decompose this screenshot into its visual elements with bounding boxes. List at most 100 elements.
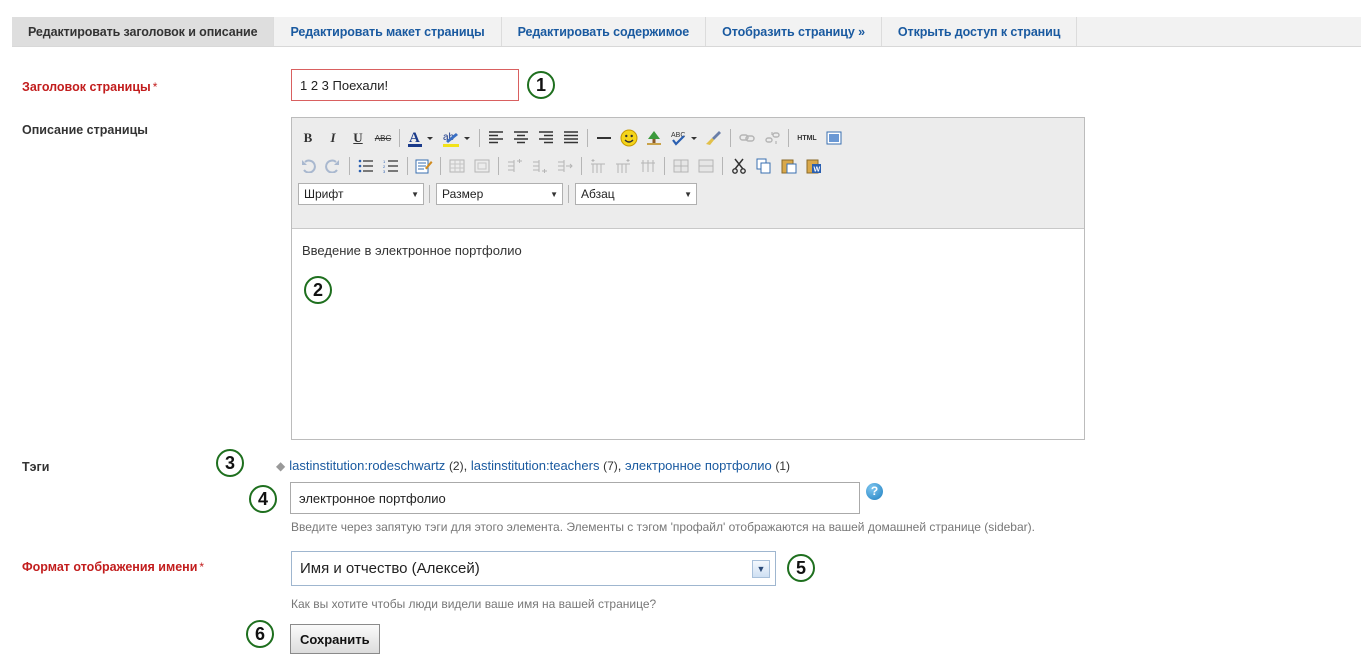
callout-2: 2 bbox=[304, 276, 332, 304]
editor-content[interactable]: Введение в электронное портфолио bbox=[292, 229, 1084, 439]
tag-link[interactable]: lastinstitution:rodeschwartz bbox=[289, 458, 445, 473]
paste-icon[interactable] bbox=[779, 156, 799, 176]
editor-paragraph: Введение в электронное портфолио bbox=[302, 243, 522, 258]
underline-icon[interactable]: U bbox=[348, 128, 368, 148]
unlink-icon[interactable] bbox=[762, 128, 782, 148]
tag-count: (2) bbox=[448, 459, 464, 473]
toolbar-separator bbox=[664, 157, 665, 175]
bullet-list-icon[interactable] bbox=[356, 156, 376, 176]
delete-row-icon[interactable] bbox=[555, 156, 575, 176]
toolbar-separator bbox=[568, 185, 569, 203]
name-format-hint: Как вы хотите чтобы люди видели ваше имя… bbox=[291, 597, 657, 611]
svg-text:A: A bbox=[409, 130, 420, 146]
description-editor: B I U ABC A ab ABC HTML 1 2 3 W Шрифт ▼ … bbox=[291, 117, 1085, 440]
paste-word-icon[interactable]: W bbox=[804, 156, 824, 176]
undo-icon[interactable] bbox=[298, 156, 318, 176]
font-select-label: Шрифт bbox=[304, 187, 344, 201]
tab-share-page[interactable]: Открыть доступ к страниц bbox=[882, 17, 1078, 46]
cut-icon[interactable] bbox=[729, 156, 749, 176]
toolbar-row-1: B I U ABC A ab ABC HTML bbox=[298, 124, 1078, 152]
fullscreen-icon[interactable] bbox=[824, 128, 844, 148]
copy-icon[interactable] bbox=[754, 156, 774, 176]
tags-hint: Введите через запятую тэги для этого эле… bbox=[291, 520, 1035, 534]
tag-link[interactable]: электронное портфолио bbox=[625, 458, 772, 473]
tags-input[interactable] bbox=[290, 482, 860, 514]
align-right-icon[interactable] bbox=[536, 128, 556, 148]
col-after-icon[interactable] bbox=[613, 156, 633, 176]
svg-text:W: W bbox=[814, 167, 821, 174]
table-icon[interactable] bbox=[447, 156, 467, 176]
name-format-select[interactable]: Имя и отчество (Алексей) ▼ bbox=[291, 551, 776, 586]
required-mark: * bbox=[152, 80, 158, 94]
highlight-color-icon[interactable]: ab bbox=[441, 128, 473, 148]
tab-bar: Редактировать заголовок и описание Редак… bbox=[12, 17, 1361, 47]
name-format-value: Имя и отчество (Алексей) bbox=[300, 560, 480, 577]
existing-tags: ◆ lastinstitution:rodeschwartz (2), lasti… bbox=[276, 458, 791, 473]
svg-text:3: 3 bbox=[383, 169, 386, 173]
align-center-icon[interactable] bbox=[511, 128, 531, 148]
align-justify-icon[interactable] bbox=[561, 128, 581, 148]
tab-edit-content[interactable]: Редактировать содержимое bbox=[502, 17, 707, 46]
save-button[interactable]: Сохранить bbox=[290, 624, 380, 654]
font-select[interactable]: Шрифт ▼ bbox=[298, 183, 424, 205]
text-color-icon[interactable]: A bbox=[406, 128, 436, 148]
toolbar-separator bbox=[722, 157, 723, 175]
toolbar-row-2: 123 W bbox=[298, 152, 1078, 180]
toolbar-separator bbox=[498, 157, 499, 175]
help-icon[interactable]: ? bbox=[866, 483, 883, 500]
name-format-label: Формат отображения имени * bbox=[22, 560, 204, 574]
horizontal-rule-icon[interactable] bbox=[594, 128, 614, 148]
description-label: Описание страницы bbox=[22, 123, 148, 137]
page-title-input[interactable] bbox=[291, 69, 519, 101]
size-select-label: Размер bbox=[442, 187, 484, 201]
size-select[interactable]: Размер ▼ bbox=[436, 183, 563, 205]
tab-display-page[interactable]: Отобразить страницу » bbox=[706, 17, 882, 46]
toolbar-separator bbox=[429, 185, 430, 203]
merge-cells-icon[interactable] bbox=[696, 156, 716, 176]
callout-4: 4 bbox=[249, 485, 277, 513]
italic-icon[interactable]: I bbox=[323, 128, 343, 148]
toolbar-separator bbox=[349, 157, 350, 175]
row-before-icon[interactable] bbox=[505, 156, 525, 176]
callout-5: 5 bbox=[787, 554, 815, 582]
table-props-icon[interactable] bbox=[472, 156, 492, 176]
toolbar-separator bbox=[581, 157, 582, 175]
format-select-label: Абзац bbox=[581, 187, 615, 201]
title-label-text: Заголовок страницы bbox=[22, 80, 151, 94]
clean-format-icon[interactable] bbox=[704, 128, 724, 148]
tags-label: Тэги bbox=[22, 460, 50, 474]
tag-count: (7) bbox=[603, 459, 618, 473]
chevron-down-icon: ▼ bbox=[411, 189, 419, 199]
emoticon-icon[interactable] bbox=[619, 128, 639, 148]
name-format-label-text: Формат отображения имени bbox=[22, 560, 198, 574]
tab-edit-layout[interactable]: Редактировать макет страницы bbox=[274, 17, 502, 46]
image-icon[interactable] bbox=[644, 128, 664, 148]
bold-icon[interactable]: B bbox=[298, 128, 318, 148]
spellcheck-icon[interactable]: ABC bbox=[669, 128, 699, 148]
split-cells-icon[interactable] bbox=[671, 156, 691, 176]
toolbar-separator bbox=[479, 129, 480, 147]
chevron-down-icon[interactable]: ▼ bbox=[752, 560, 770, 578]
chevron-down-icon: ▼ bbox=[550, 189, 558, 199]
redo-icon[interactable] bbox=[323, 156, 343, 176]
edit-document-icon[interactable] bbox=[414, 156, 434, 176]
format-select[interactable]: Абзац ▼ bbox=[575, 183, 697, 205]
toolbar-separator bbox=[587, 129, 588, 147]
html-source-icon[interactable]: HTML bbox=[795, 128, 819, 148]
tab-edit-title[interactable]: Редактировать заголовок и описание bbox=[12, 17, 275, 46]
numbered-list-icon[interactable]: 123 bbox=[381, 156, 401, 176]
tag-count: (1) bbox=[775, 459, 791, 473]
align-left-icon[interactable] bbox=[486, 128, 506, 148]
col-before-icon[interactable] bbox=[588, 156, 608, 176]
toolbar-row-3: Шрифт ▼ Размер ▼ Абзац ▼ bbox=[298, 180, 1078, 208]
delete-col-icon[interactable] bbox=[638, 156, 658, 176]
callout-3: 3 bbox=[216, 449, 244, 477]
link-icon[interactable] bbox=[737, 128, 757, 148]
strikethrough-icon[interactable]: ABC bbox=[373, 128, 393, 148]
editor-toolbar: B I U ABC A ab ABC HTML 1 2 3 W Шрифт ▼ … bbox=[292, 118, 1084, 229]
row-after-icon[interactable] bbox=[530, 156, 550, 176]
chevron-down-icon: ▼ bbox=[684, 189, 692, 199]
toolbar-separator bbox=[440, 157, 441, 175]
tag-link[interactable]: lastinstitution:teachers bbox=[471, 458, 600, 473]
toolbar-separator bbox=[399, 129, 400, 147]
